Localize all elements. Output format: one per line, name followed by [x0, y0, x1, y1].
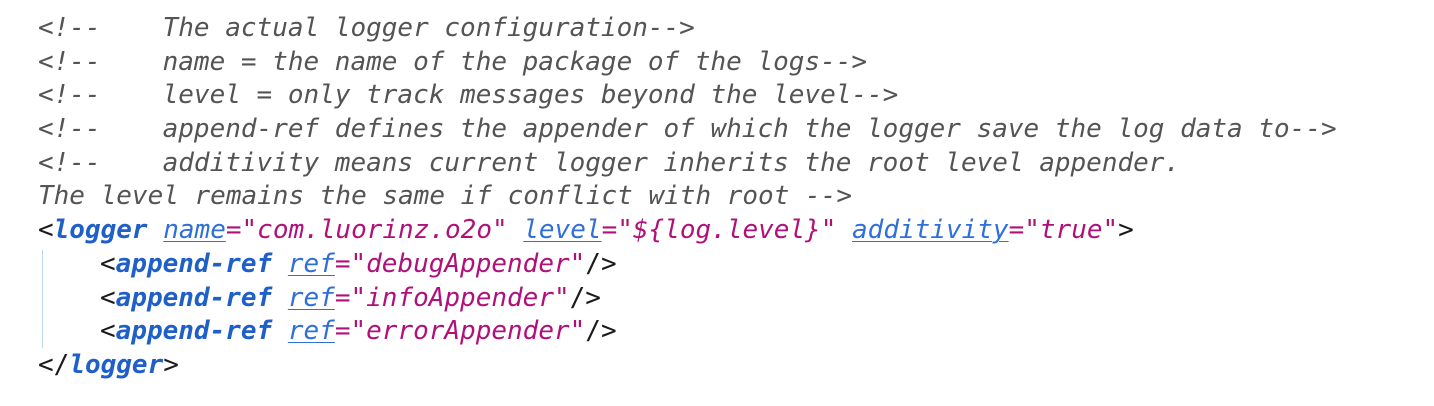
comment-line: <!-- name = the name of the package of th… — [38, 46, 1337, 80]
comment-open: <!-- — [38, 13, 101, 43]
comment-continuation: The level remains the same if conflict w… — [38, 181, 852, 212]
tag-bracket: > — [1118, 215, 1134, 246]
equals: = — [334, 316, 351, 347]
comment-text: name = the name of the package of the lo… — [162, 46, 868, 77]
append-ref-line: <append-ref ref="infoAppender"/> — [38, 282, 1337, 316]
tag-bracket: /> — [585, 316, 617, 347]
attribute-value: "errorAppender" — [350, 316, 586, 347]
equals: = — [334, 248, 351, 279]
attribute-value: "true" — [1024, 215, 1119, 246]
comment-text: level = only track messages beyond the l… — [162, 80, 899, 111]
comment-open: <!-- — [38, 80, 101, 111]
tag-name: append-ref — [115, 316, 273, 347]
equals: = — [601, 215, 618, 246]
append-ref-line: <append-ref ref="debugAppender"/> — [38, 248, 1337, 282]
tag-bracket: < — [100, 248, 116, 279]
attribute-value: "${log.level}" — [617, 215, 837, 246]
tag-bracket: </ — [38, 349, 70, 380]
attribute-name: ref — [287, 248, 335, 279]
comment-open: <!-- — [38, 114, 101, 145]
tag-bracket: /> — [585, 248, 617, 279]
comment-line: <!-- append-ref defines the appender of w… — [38, 113, 1337, 147]
comment-open: <!-- — [38, 46, 101, 77]
comment-open: <!-- — [38, 147, 101, 178]
attribute-name: ref — [287, 282, 335, 313]
comment-text: append-ref defines the appender of which… — [162, 114, 1337, 145]
tag-name: append-ref — [115, 248, 273, 279]
code-editor[interactable]: <!-- The actual logger configuration--> <… — [38, 12, 1337, 383]
comment-text: additivity means current logger inherits… — [162, 147, 1181, 178]
equals: = — [225, 215, 242, 246]
tag-bracket: /> — [569, 282, 601, 313]
tag-name: append-ref — [115, 282, 273, 313]
logger-close-tag: </logger> — [38, 349, 1337, 383]
attribute-value: "infoAppender" — [350, 282, 570, 313]
attribute-name: level — [523, 215, 602, 246]
tag-name: logger — [69, 349, 164, 380]
comment-line: <!-- additivity means current logger inhe… — [38, 147, 1337, 181]
attribute-value: "com.luorinz.o2o" — [241, 215, 508, 246]
equals: = — [1008, 215, 1025, 246]
attribute-name: ref — [287, 316, 335, 347]
attribute-value: "debugAppender" — [350, 248, 586, 279]
tag-bracket: > — [163, 349, 179, 380]
comment-line: <!-- The actual logger configuration--> — [38, 12, 1337, 46]
equals: = — [334, 282, 351, 313]
attribute-name: name — [163, 215, 226, 246]
comment-line: <!-- level = only track messages beyond t… — [38, 79, 1337, 113]
tag-bracket: < — [100, 316, 116, 347]
comment-text: The actual logger configuration--> — [162, 13, 695, 43]
tag-bracket: < — [100, 282, 116, 313]
append-ref-line: <append-ref ref="errorAppender"/> — [38, 315, 1337, 349]
logger-open-tag: <logger name="com.luorinz.o2o" level="${… — [38, 214, 1337, 248]
attribute-name: additivity — [852, 215, 1009, 246]
tag-name: logger — [53, 215, 148, 246]
tag-bracket: < — [38, 215, 54, 246]
